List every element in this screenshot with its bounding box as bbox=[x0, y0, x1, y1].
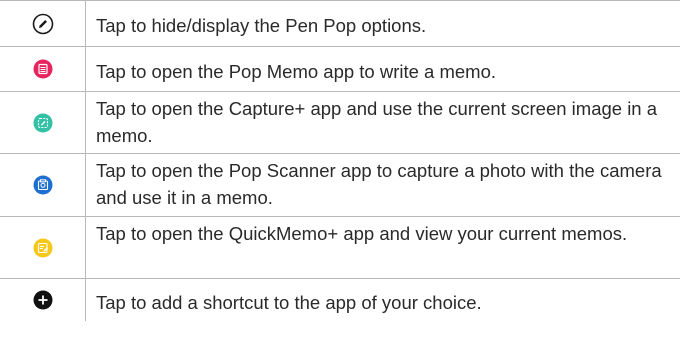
table-row: Tap to open the Capture+ app and use the… bbox=[0, 92, 680, 154]
icon-cell bbox=[0, 154, 86, 216]
row-description: Tap to open the Pop Memo app to write a … bbox=[96, 60, 497, 82]
pen-toggle-icon bbox=[32, 13, 54, 35]
add-shortcut-icon bbox=[33, 290, 53, 310]
row-description: Tap to hide/display the Pen Pop options. bbox=[96, 15, 427, 36]
row-description: Tap to add a shortcut to the app of your… bbox=[96, 291, 482, 313]
pop-memo-icon bbox=[33, 59, 53, 79]
pen-pop-options-table: Tap to hide/display the Pen Pop options.… bbox=[0, 0, 680, 321]
table-row: Tap to open the QuickMemo+ app and view … bbox=[0, 217, 680, 279]
icon-cell bbox=[0, 1, 86, 46]
table-row: Tap to open the Pop Scanner app to captu… bbox=[0, 154, 680, 217]
table-row: Tap to open the Pop Memo app to write a … bbox=[0, 47, 680, 92]
capture-plus-icon bbox=[33, 113, 53, 133]
table-row: Tap to add a shortcut to the app of your… bbox=[0, 279, 680, 321]
icon-cell bbox=[0, 279, 86, 321]
quickmemo-icon bbox=[33, 238, 53, 258]
row-description: Tap to open the Pop Scanner app to captu… bbox=[96, 160, 662, 208]
icon-cell bbox=[0, 92, 86, 153]
row-description: Tap to open the QuickMemo+ app and view … bbox=[96, 223, 628, 244]
icon-cell bbox=[0, 217, 86, 278]
table-row: Tap to hide/display the Pen Pop options. bbox=[0, 1, 680, 47]
row-description: Tap to open the Capture+ app and use the… bbox=[96, 98, 658, 146]
icon-cell bbox=[0, 47, 86, 91]
pop-scanner-icon bbox=[33, 175, 53, 195]
